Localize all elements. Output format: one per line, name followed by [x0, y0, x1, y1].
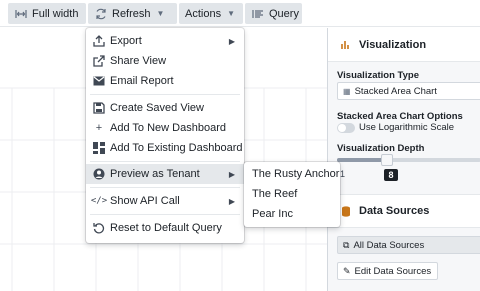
edit-data-sources-label: Edit Data Sources [354, 265, 432, 277]
area-chart-icon: ▦ [343, 86, 351, 96]
log-scale-toggle[interactable] [337, 123, 355, 133]
actions-menu: Export ▶ Share View Email Report Create … [86, 28, 244, 243]
chevron-down-icon: ▼ [156, 9, 165, 18]
refresh-button[interactable]: Refresh ▼ [88, 3, 177, 24]
menu-divider [90, 94, 240, 95]
visualization-type-select[interactable]: ▦ Stacked Area Chart [337, 82, 480, 100]
submenu-caret-icon: ▶ [228, 196, 235, 206]
query-label: Query [269, 7, 299, 20]
person-icon [92, 168, 106, 180]
all-data-sources-label: All Data Sources [353, 239, 425, 251]
menu-item-show-api-call[interactable]: </> Show API Call ▶ [86, 191, 244, 211]
menu-item-preview-as-tenant[interactable]: Preview as Tenant ▶ [86, 164, 244, 184]
actions-button[interactable]: Actions ▼ [179, 3, 243, 24]
menu-divider [90, 161, 240, 162]
menu-item-label: Add To New Dashboard [110, 122, 226, 134]
tenant-option[interactable]: The Rusty Anchor [244, 164, 340, 184]
tenant-submenu: The Rusty Anchor The Reef Pear Inc [244, 162, 340, 227]
tenant-option[interactable]: The Reef [244, 184, 340, 204]
visualization-header[interactable]: Visualization [328, 28, 480, 62]
database-icon [340, 205, 352, 217]
options-label: Stacked Area Chart Options [337, 111, 463, 122]
menu-item-label: Email Report [110, 75, 174, 87]
visualization-type-value: Stacked Area Chart [354, 85, 437, 97]
code-icon: </> [90, 196, 108, 206]
edit-data-sources-button[interactable]: ✎ Edit Data Sources [337, 262, 439, 280]
envelope-icon [92, 76, 106, 86]
query-button[interactable]: Query [245, 3, 302, 24]
menu-item-create-saved-view[interactable]: Create Saved View [86, 98, 244, 118]
all-data-sources-row[interactable]: ⧉ All Data Sources [337, 236, 480, 254]
chart-icon [340, 39, 352, 51]
menu-item-label: Share View [110, 55, 167, 67]
submenu-caret-icon: ▶ [228, 169, 235, 179]
menu-item-email-report[interactable]: Email Report [86, 71, 244, 91]
full-width-label: Full width [32, 7, 79, 20]
menu-item-label: Show API Call [110, 195, 180, 207]
submenu-caret-icon: ▶ [228, 36, 235, 46]
toggle-knob [338, 124, 346, 132]
right-panel: Visualization Visualization Type ▦ Stack… [327, 28, 480, 291]
plus-icon: + [95, 122, 103, 134]
layers-icon: ⧉ [343, 239, 350, 250]
export-icon [92, 35, 106, 47]
depth-label: Visualization Depth [337, 143, 425, 154]
depth-slider-fill [337, 158, 387, 162]
depth-value-badge: 8 [384, 169, 398, 181]
full-width-button[interactable]: Full width [8, 3, 86, 24]
menu-item-label: Create Saved View [110, 102, 204, 114]
menu-divider [90, 214, 240, 215]
floppy-disk-icon [92, 102, 106, 114]
visualization-type-label: Visualization Type [337, 70, 420, 81]
refresh-label: Refresh [112, 7, 151, 20]
refresh-icon [94, 7, 108, 21]
menu-item-add-existing-dashboard[interactable]: Add To Existing Dashboard [86, 138, 244, 158]
query-icon [251, 7, 265, 21]
data-sources-header[interactable]: Data Sources [328, 194, 480, 228]
menu-item-add-new-dashboard[interactable]: + Add To New Dashboard [86, 118, 244, 138]
menu-divider [90, 187, 240, 188]
menu-item-export[interactable]: Export ▶ [86, 31, 244, 51]
share-icon [92, 55, 106, 67]
depth-min-label: 1 [340, 169, 346, 179]
tenant-option[interactable]: Pear Inc [244, 204, 340, 224]
data-sources-title: Data Sources [359, 205, 430, 217]
edit-icon: ✎ [343, 265, 351, 276]
dashboard-icon [92, 142, 106, 154]
visualization-title: Visualization [359, 38, 427, 51]
menu-item-reset-default-query[interactable]: Reset to Default Query [86, 218, 244, 238]
menu-item-label: Export [110, 35, 142, 47]
menu-item-label: Reset to Default Query [110, 222, 222, 234]
log-scale-label: Use Logarithmic Scale [359, 122, 455, 133]
toolbar: Full width Refresh ▼ Actions ▼ Query [0, 0, 480, 27]
reset-icon [92, 222, 106, 234]
depth-slider-handle[interactable] [381, 154, 393, 166]
caret-down-icon: ▼ [227, 9, 235, 18]
menu-item-label: Add To Existing Dashboard [110, 142, 243, 154]
menu-item-share-view[interactable]: Share View [86, 51, 244, 71]
actions-label: Actions [185, 7, 222, 20]
menu-item-label: Preview as Tenant [110, 168, 200, 180]
expand-horizontal-icon [14, 7, 28, 21]
